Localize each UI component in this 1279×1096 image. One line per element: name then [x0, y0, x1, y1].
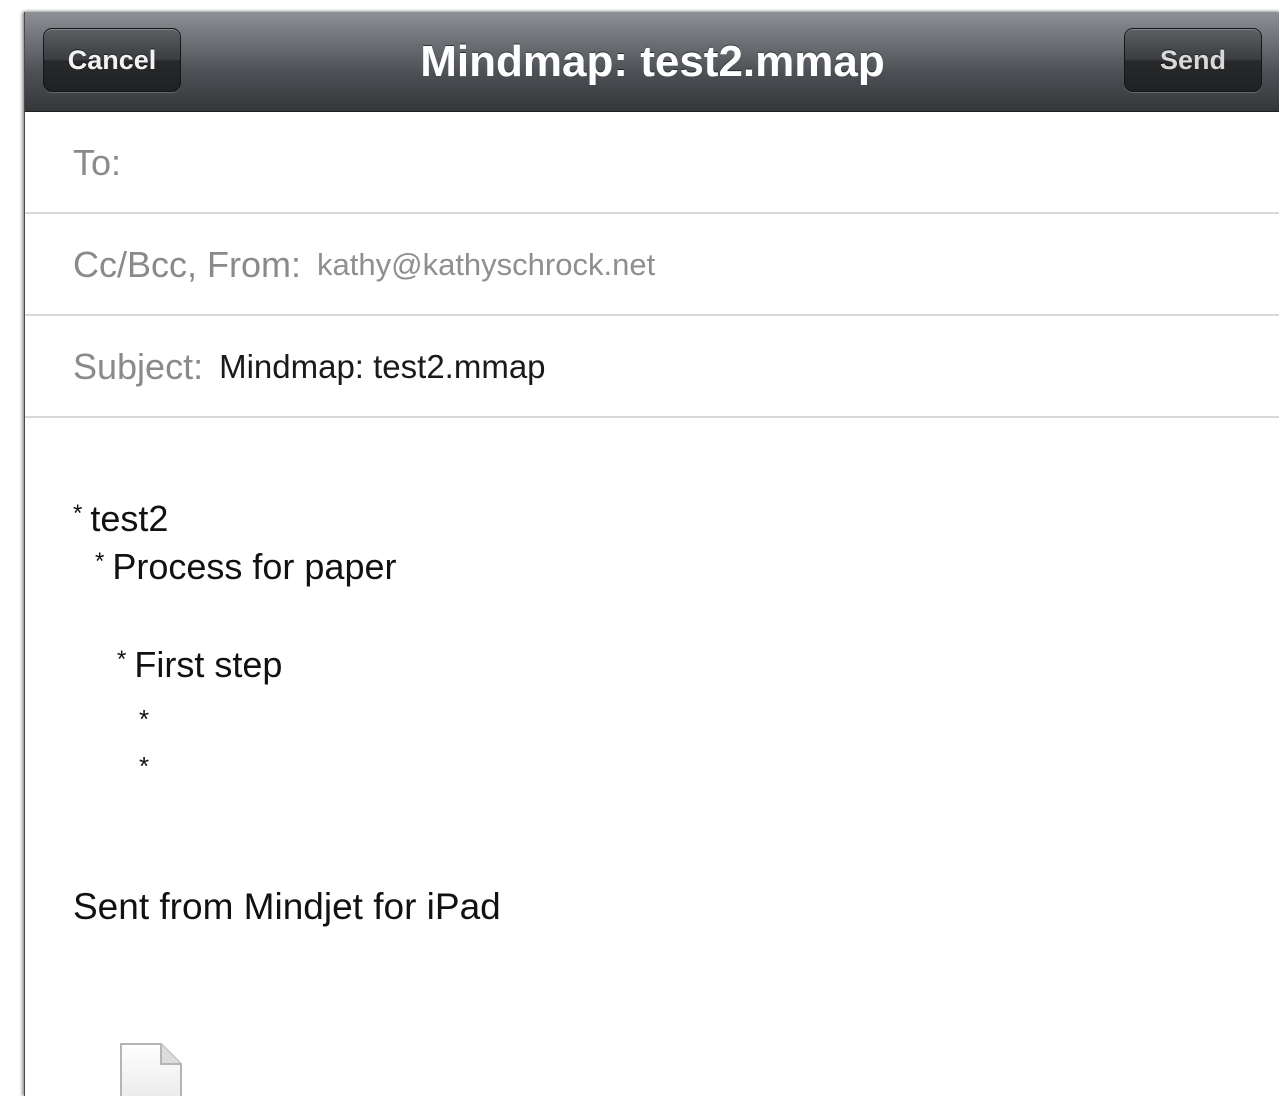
subject-input[interactable]: Mindmap: test2.mmap — [219, 348, 545, 386]
bullet-marker: * — [117, 646, 127, 673]
body-line-text: test2 — [90, 498, 169, 539]
cc-bcc-from-field-row[interactable]: Cc/Bcc, From: kathy@kathyschrock.net — [25, 215, 1279, 316]
body-line: * test2 — [73, 498, 168, 540]
to-label: To: — [73, 141, 122, 183]
body-line-text: Process for paper — [112, 546, 397, 587]
compose-title: Mindmap: test2.mmap — [420, 37, 885, 86]
bullet-marker: * — [139, 704, 150, 734]
body-line-text: First step — [134, 644, 283, 685]
bullet-marker: * — [139, 751, 150, 781]
from-address[interactable]: kathy@kathyschrock.net — [317, 247, 655, 283]
bullet-marker: * — [95, 548, 105, 575]
subject-field-row[interactable]: Subject: Mindmap: test2.mmap — [25, 317, 1279, 418]
body-line: * First step — [117, 644, 282, 686]
mail-compose-sheet: Cancel Mindmap: test2.mmap Send To: Cc/B… — [24, 12, 1279, 1096]
email-signature: Sent from Mindjet for iPad — [73, 886, 501, 927]
body-line: * — [139, 742, 149, 784]
cancel-button[interactable]: Cancel — [43, 28, 181, 92]
subject-label: Subject: — [73, 345, 204, 387]
send-button[interactable]: Send — [1124, 28, 1262, 92]
body-line: * Process for paper — [95, 546, 396, 588]
bullet-marker: * — [73, 500, 83, 527]
to-input[interactable] — [129, 131, 1240, 194]
body-line: * — [139, 695, 149, 737]
cc-bcc-from-label: Cc/Bcc, From: — [73, 243, 302, 285]
document-icon[interactable] — [119, 1042, 183, 1096]
navigation-bar: Cancel Mindmap: test2.mmap Send — [25, 12, 1279, 112]
to-field-row[interactable]: To: — [25, 113, 1279, 214]
